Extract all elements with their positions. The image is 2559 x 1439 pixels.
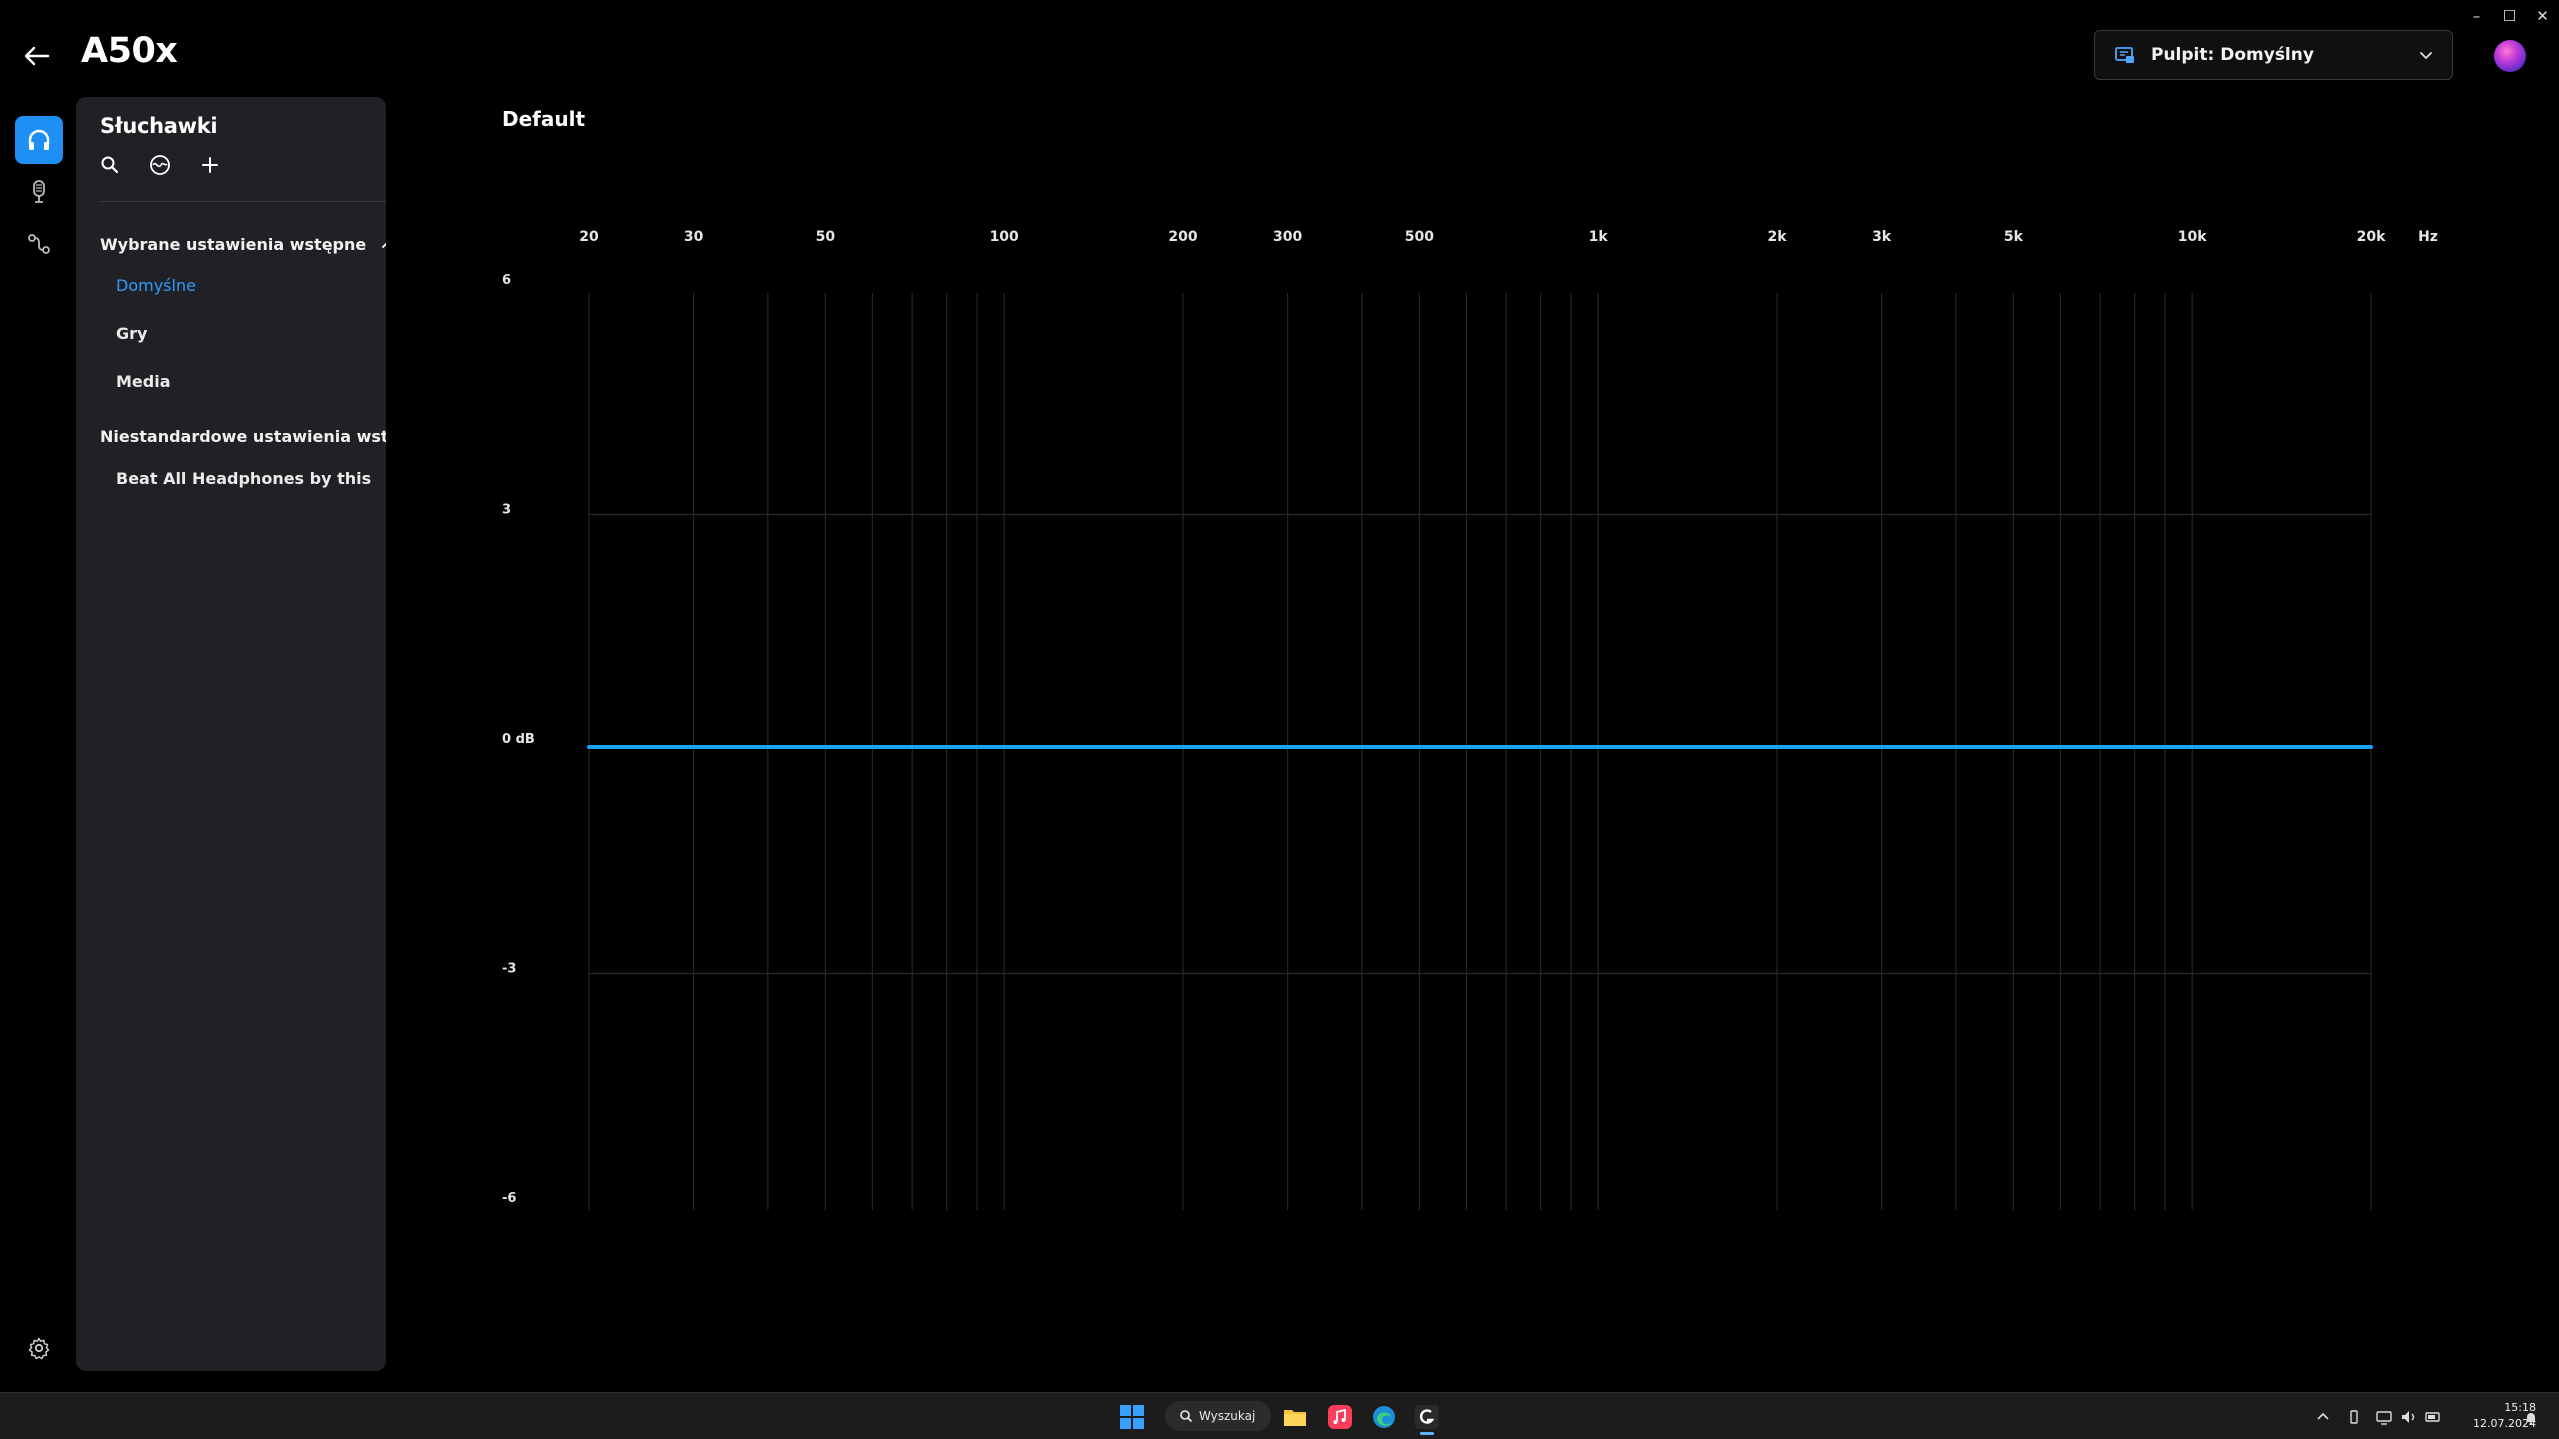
panel-toolbar [98,153,222,177]
selected-presets-header[interactable]: Wybrane ustawienia wstępne [100,235,386,254]
microphone-icon [33,180,45,203]
taskbar-search[interactable]: Wyszukaj [1165,1401,1271,1431]
taskbar [0,1392,2559,1439]
taskbar-search-label: Wyszukaj [1199,1409,1256,1423]
freq-tick-label: 30 [684,229,704,245]
preset-item-custom[interactable]: Beat All Headphones by this [116,469,371,488]
db-tick-label: 0 dB [502,732,535,747]
rail-microphone[interactable] [15,168,63,216]
compare-button[interactable] [148,153,172,177]
freq-tick-label: 1k [1589,229,1609,245]
preset-item-games[interactable]: Gry [116,324,147,343]
chevron-down-icon [2420,52,2432,60]
preset-item-media[interactable]: Media [116,372,171,391]
freq-tick-label: 100 [990,229,1019,245]
edge-browser-icon[interactable] [1371,1404,1397,1430]
freq-tick-label: 300 [1273,229,1302,245]
music-app-icon[interactable] [1327,1404,1353,1430]
rail-headphones[interactable] [15,116,63,164]
search-icon [1180,1410,1193,1423]
search-button[interactable] [98,153,122,177]
db-tick-label: 3 [502,503,511,518]
routing-icon [28,234,50,254]
freq-tick-label: 5k [2004,229,2024,245]
usb-device-icon[interactable] [2345,1408,2363,1426]
profile-dropdown-label: Pulpit: Domyślny [2151,45,2314,65]
custom-presets-label: Niestandardowe ustawienia wstępne ... [100,427,386,446]
compare-icon [150,155,170,175]
back-button[interactable] [18,38,58,74]
settings-icon [28,1337,50,1360]
volume-icon[interactable] [2400,1408,2418,1426]
chevron-up-icon [382,242,386,248]
panel-title: Słuchawki [100,114,218,138]
avatar[interactable] [2494,40,2526,72]
presets-panel: Słuchawki Wybrane ustawienia wstępne Dom… [76,97,386,1371]
active-app-indicator [1420,1432,1434,1435]
preset-item-default[interactable]: Domyślne [116,276,196,295]
db-tick-label: -6 [502,1191,516,1206]
window-controls: – ☐ ✕ [2460,4,2559,28]
db-tick-label: 6 [502,273,511,288]
freq-tick-label: 20 [579,229,599,245]
search-icon [101,156,119,174]
file-explorer-icon[interactable] [1282,1404,1308,1430]
add-icon [202,157,218,173]
freq-tick-label: 3k [1872,229,1892,245]
back-arrow-icon [24,46,50,66]
minimize-button[interactable]: – [2460,4,2493,28]
freq-tick-label: 50 [816,229,836,245]
freq-unit-label: Hz [2418,229,2438,245]
eq-graph[interactable]: 20 30 50 100 200 300 500 1k 2k 3k 5k 10k 20k Hz 6 3 0 dB… [480,210,2460,1210]
notification-bell-icon[interactable] [2523,1410,2539,1426]
selected-presets-label: Wybrane ustawienia wstępne [100,235,367,254]
add-preset-button[interactable] [198,153,222,177]
g-hub-icon[interactable] [1414,1404,1440,1430]
profile-dropdown[interactable]: Pulpit: Domyślny [2094,30,2453,80]
desktop-profile-icon [2115,47,2134,63]
graph-title: Default [502,107,586,131]
device-title: A50x [81,31,178,71]
panel-divider [100,201,386,202]
maximize-button[interactable]: ☐ [2493,4,2526,28]
freq-tick-label: 2k [1767,229,1787,245]
headphones-icon [28,129,50,150]
freq-tick-label: 20k [2357,229,2386,245]
rail-routing[interactable] [15,220,63,268]
custom-presets-header[interactable]: Niestandardowe ustawienia wstępne ... [100,427,386,446]
db-tick-label: -3 [502,962,516,977]
battery-icon[interactable] [2424,1408,2442,1426]
rail-settings[interactable] [15,1324,63,1372]
freq-tick-label: 200 [1168,229,1197,245]
chevron-up-icon[interactable] [2314,1408,2332,1426]
freq-tick-label: 10k [2178,229,2207,245]
freq-tick-label: 500 [1405,229,1434,245]
network-icon[interactable] [2375,1408,2393,1426]
windows-start-icon[interactable] [1119,1404,1145,1430]
close-button[interactable]: ✕ [2526,4,2559,28]
